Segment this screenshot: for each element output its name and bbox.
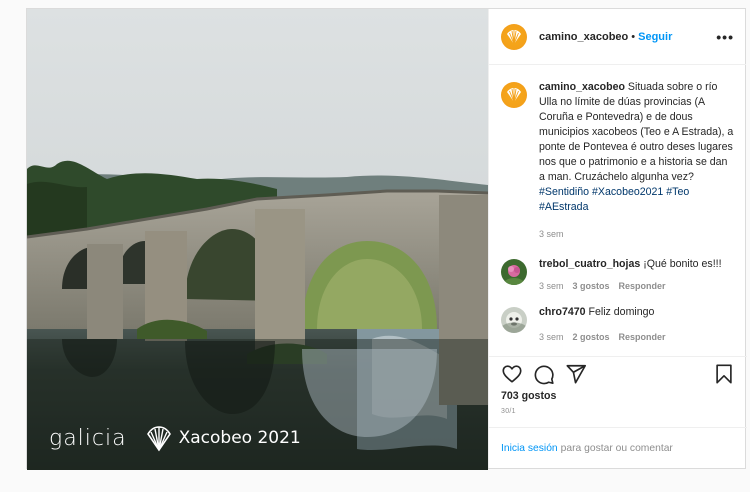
hashtag-link[interactable]: #Sentidiño (539, 186, 589, 198)
commenter-username[interactable]: chro7470 (539, 306, 586, 318)
reply-button[interactable]: Responder (619, 332, 666, 342)
reply-button[interactable]: Responder (619, 281, 666, 291)
login-prompt-text: para gostar ou comentar (560, 442, 673, 454)
instagram-post: galicia Xacobeo 2021 camino_xacobeo • Se… (26, 8, 747, 470)
comment-likes[interactable]: 3 gostos (573, 281, 610, 291)
comment-text: ¡Qué bonito es!!! (640, 258, 722, 270)
comment-meta: 3 sem 3 gostos Responder (539, 281, 722, 291)
comments-section: camino_xacobeo Situada sobre o río Ulla … (489, 66, 747, 356)
login-link[interactable]: Inicia sesión (501, 443, 558, 454)
comment: chro7470 Feliz domingo 3 sem 2 gostos Re… (501, 305, 735, 342)
share-icon[interactable] (565, 363, 587, 385)
caption-username[interactable]: camino_xacobeo (539, 81, 625, 93)
scallop-shell-icon (146, 426, 171, 452)
post-photo[interactable]: galicia Xacobeo 2021 (27, 9, 488, 470)
author-avatar[interactable] (501, 23, 527, 50)
comment-text: Feliz domingo (585, 306, 655, 318)
action-icons (501, 357, 735, 391)
commenter-avatar[interactable] (501, 307, 527, 333)
login-prompt: Inicia sesión para gostar ou comentar (489, 427, 747, 468)
xacobeo-logo-text: Xacobeo 2021 (178, 428, 301, 448)
commenter-username[interactable]: trebol_cuatro_hojas (539, 258, 640, 270)
comment-icon[interactable] (533, 363, 555, 385)
comment: trebol_cuatro_hojas ¡Qué bonito es!!! 3 … (501, 257, 735, 291)
author-username[interactable]: camino_xacobeo (539, 31, 628, 43)
comment-meta: 3 sem 2 gostos Responder (539, 332, 666, 342)
caption: camino_xacobeo Situada sobre o río Ulla … (501, 80, 735, 239)
caption-avatar[interactable] (501, 82, 527, 108)
bookmark-icon[interactable] (713, 363, 735, 385)
hashtag-link[interactable]: #AEstrada (539, 201, 588, 213)
comment-text-block: trebol_cuatro_hojas ¡Qué bonito es!!! (539, 257, 722, 272)
caption-text-block: camino_xacobeo Situada sobre o río Ulla … (539, 80, 735, 215)
caption-text: Situada sobre o río Ulla no límite de dú… (539, 81, 734, 183)
hashtag-link[interactable]: #Teo (666, 186, 689, 198)
monkey-avatar-image (501, 307, 527, 333)
bridge-photo-illustration (27, 9, 488, 470)
hashtag-link[interactable]: #Xacobeo2021 (592, 186, 663, 198)
galicia-logo-text: galicia (49, 425, 127, 451)
likes-count[interactable]: 703 gostos (501, 390, 735, 402)
separator-dot: • (631, 30, 636, 43)
caption-meta: 3 sem (539, 229, 735, 239)
comment-text-block: chro7470 Feliz domingo (539, 305, 666, 320)
more-options-button[interactable]: ••• (716, 29, 734, 45)
post-header: camino_xacobeo • Seguir ••• (489, 9, 746, 65)
brand-watermark: galicia Xacobeo 2021 (49, 424, 301, 452)
flower-avatar-image (501, 259, 527, 285)
commenter-avatar[interactable] (501, 259, 527, 285)
follow-button[interactable]: Seguir (638, 31, 672, 43)
heart-icon[interactable] (501, 363, 523, 385)
scallop-shell-icon (507, 88, 521, 103)
comment-time[interactable]: 3 sem (539, 281, 564, 291)
post-side-panel: camino_xacobeo • Seguir ••• camino_xacob… (488, 9, 747, 468)
post-date: 30/1 (501, 408, 516, 415)
scallop-shell-icon (507, 29, 521, 44)
post-actions: 703 gostos 30/1 (489, 356, 747, 415)
comment-time[interactable]: 3 sem (539, 332, 564, 342)
comment-likes[interactable]: 2 gostos (573, 332, 610, 342)
caption-time[interactable]: 3 sem (539, 229, 564, 239)
